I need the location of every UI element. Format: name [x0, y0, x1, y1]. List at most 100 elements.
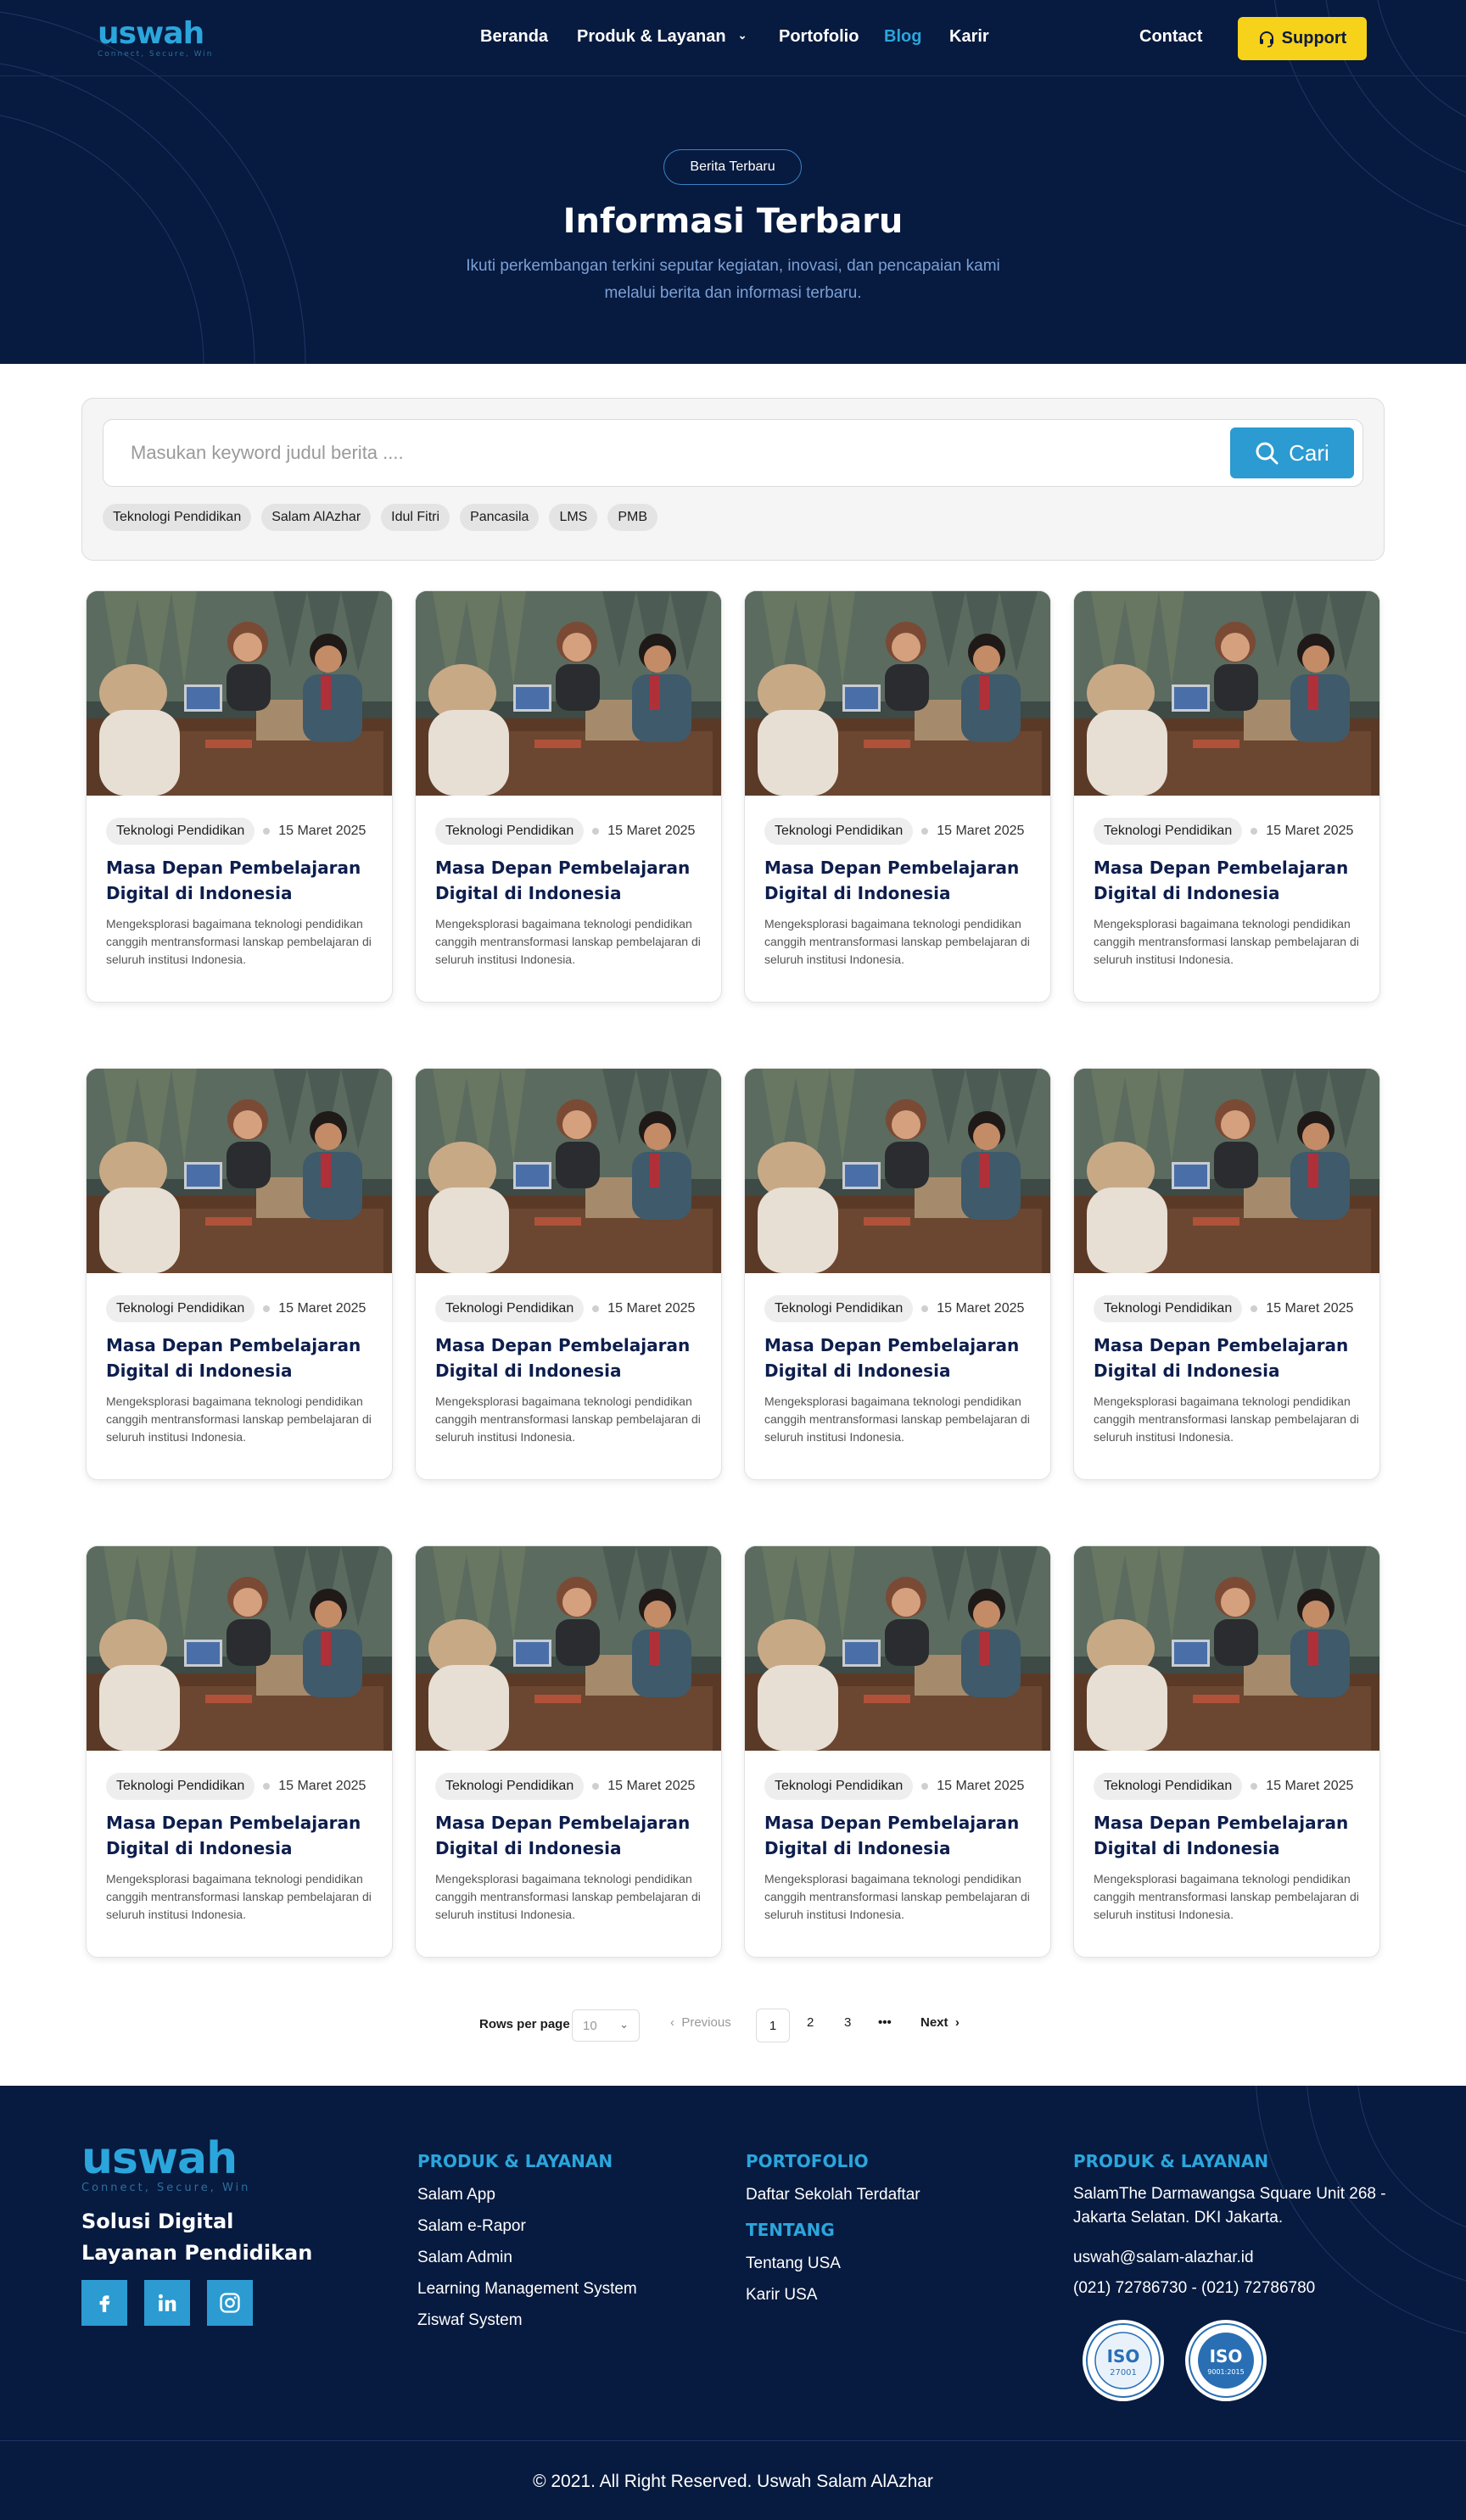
footer-link[interactable]: Ziswaf System	[417, 2311, 523, 2330]
facebook-button[interactable]	[81, 2280, 127, 2326]
separator-dot	[592, 1305, 600, 1312]
site-footer: uswah Connect, Secure, Win Solusi Digita…	[0, 2086, 1466, 2520]
facebook-icon	[99, 2295, 110, 2312]
page-button-1[interactable]: 1	[756, 2009, 790, 2042]
separator-dot	[592, 1783, 600, 1790]
logo-tagline: Connect, Secure, Win	[98, 50, 214, 59]
separator-dot	[1251, 828, 1258, 835]
news-card[interactable]: Teknologi Pendidikan 15 Maret 2025 Masa D…	[86, 590, 393, 1003]
brand-logo[interactable]: uswah Connect, Secure, Win	[98, 19, 214, 59]
tag-chip[interactable]: Idul Fitri	[381, 504, 450, 531]
tag-chip[interactable]: LMS	[549, 504, 598, 531]
news-meta: Teknologi Pendidikan 15 Maret 2025	[764, 1295, 1024, 1322]
news-card[interactable]: Teknologi Pendidikan 15 Maret 2025 Masa D…	[744, 1545, 1051, 1958]
separator-dot	[1251, 1783, 1258, 1790]
news-meta: Teknologi Pendidikan 15 Maret 2025	[106, 1773, 366, 1800]
tag-chip[interactable]: PMB	[607, 504, 658, 531]
news-date: 15 Maret 2025	[1266, 1779, 1354, 1793]
news-photo	[745, 1546, 1051, 1751]
iso-label: ISO	[1107, 2346, 1140, 2366]
nav-produk-layanan[interactable]: Produk & Layanan ⌄	[577, 27, 747, 47]
footer-logo[interactable]: uswah Connect, Secure, Win	[81, 2137, 250, 2194]
footer-link[interactable]: Salam Admin	[417, 2249, 512, 2267]
nav-contact[interactable]: Contact	[1139, 27, 1202, 47]
instagram-icon	[220, 2293, 240, 2313]
category-badge: Teknologi Pendidikan	[1094, 1773, 1243, 1800]
news-photo	[745, 591, 1051, 796]
tag-chip[interactable]: Salam AlAzhar	[261, 504, 372, 531]
news-date: 15 Maret 2025	[607, 1301, 696, 1316]
tag-filter-list: Teknologi Pendidikan Salam AlAzhar Idul …	[103, 504, 658, 531]
news-title: Masa Depan Pembelajaran Digital di Indon…	[1094, 1335, 1349, 1381]
footer-link[interactable]: Salam e-Rapor	[417, 2217, 526, 2236]
linkedin-button[interactable]	[144, 2280, 190, 2326]
iso-27001-badge: ISO 27001	[1083, 2320, 1164, 2401]
news-photo	[87, 1546, 393, 1751]
page-button-2[interactable]: 2	[807, 2015, 814, 2030]
news-card[interactable]: Teknologi Pendidikan 15 Maret 2025 Masa D…	[415, 1545, 722, 1958]
instagram-button[interactable]	[207, 2280, 253, 2326]
nav-portofolio[interactable]: Portofolio	[779, 27, 859, 47]
news-excerpt: Mengeksplorasi bagaimana teknologi pendi…	[106, 1872, 372, 1921]
news-date: 15 Maret 2025	[278, 1779, 366, 1793]
news-card[interactable]: Teknologi Pendidikan 15 Maret 2025 Masa D…	[1073, 590, 1380, 1003]
footer-link[interactable]: Learning Management System	[417, 2280, 637, 2299]
rows-per-page-value: 10	[583, 2018, 597, 2033]
news-excerpt: Mengeksplorasi bagaimana teknologi pendi…	[1094, 1872, 1359, 1921]
news-excerpt: Mengeksplorasi bagaimana teknologi pendi…	[106, 917, 372, 966]
footer-link[interactable]: Tentang USA	[746, 2255, 841, 2273]
search-button[interactable]: Cari	[1230, 427, 1354, 478]
category-badge: Teknologi Pendidikan	[435, 1295, 585, 1322]
news-card[interactable]: Teknologi Pendidikan 15 Maret 2025 Masa D…	[1073, 1068, 1380, 1480]
news-excerpt: Mengeksplorasi bagaimana teknologi pendi…	[764, 917, 1030, 966]
news-title: Masa Depan Pembelajaran Digital di Indon…	[764, 1335, 1020, 1381]
news-photo	[1074, 591, 1380, 796]
support-button[interactable]: Support	[1238, 17, 1367, 60]
rows-per-page-select[interactable]: 10 ⌄	[572, 2009, 640, 2042]
news-photo	[416, 1546, 722, 1751]
page-button-3[interactable]: 3	[844, 2015, 851, 2030]
footer-link[interactable]: Salam App	[417, 2186, 495, 2204]
news-card[interactable]: Teknologi Pendidikan 15 Maret 2025 Masa D…	[415, 590, 722, 1003]
news-title: Masa Depan Pembelajaran Digital di Indon…	[435, 1813, 691, 1858]
footer-logo-tagline: Connect, Secure, Win	[81, 2182, 251, 2194]
news-date: 15 Maret 2025	[1266, 824, 1354, 838]
news-meta: Teknologi Pendidikan 15 Maret 2025	[106, 1295, 366, 1322]
category-badge: Teknologi Pendidikan	[764, 1773, 914, 1800]
previous-label: Previous	[681, 2015, 731, 2030]
news-card[interactable]: Teknologi Pendidikan 15 Maret 2025 Masa D…	[86, 1545, 393, 1958]
news-card[interactable]: Teknologi Pendidikan 15 Maret 2025 Masa D…	[415, 1068, 722, 1480]
nav-blog[interactable]: Blog	[884, 27, 921, 47]
page-ellipsis[interactable]: •••	[878, 2015, 892, 2030]
news-date: 15 Maret 2025	[607, 1779, 696, 1793]
news-card[interactable]: Teknologi Pendidikan 15 Maret 2025 Masa D…	[744, 590, 1051, 1003]
next-page-button[interactable]: Next ›	[920, 2015, 960, 2030]
news-excerpt: Mengeksplorasi bagaimana teknologi pendi…	[435, 1872, 701, 1921]
news-meta: Teknologi Pendidikan 15 Maret 2025	[106, 818, 366, 845]
footer-heading-contact: PRODUK & LAYANAN	[1073, 2151, 1269, 2171]
footer-link[interactable]: Daftar Sekolah Terdaftar	[746, 2186, 920, 2204]
search-bar: Cari	[103, 419, 1363, 487]
previous-page-button[interactable]: ‹ Previous	[670, 2015, 731, 2030]
news-card[interactable]: Teknologi Pendidikan 15 Maret 2025 Masa D…	[744, 1068, 1051, 1480]
news-card[interactable]: Teknologi Pendidikan 15 Maret 2025 Masa D…	[1073, 1545, 1380, 1958]
hero-badge: Berita Terbaru	[663, 149, 802, 185]
tag-chip[interactable]: Pancasila	[460, 504, 540, 531]
news-title: Masa Depan Pembelajaran Digital di Indon…	[435, 1335, 691, 1381]
chevron-down-icon: ⌄	[737, 29, 747, 42]
news-photo	[416, 1069, 722, 1273]
news-card[interactable]: Teknologi Pendidikan 15 Maret 2025 Masa D…	[86, 1068, 393, 1480]
footer-email[interactable]: uswah@salam-alazhar.id	[1073, 2249, 1254, 2267]
news-excerpt: Mengeksplorasi bagaimana teknologi pendi…	[435, 1394, 701, 1444]
footer-link[interactable]: Karir USA	[746, 2286, 817, 2305]
news-date: 15 Maret 2025	[937, 1301, 1025, 1316]
news-excerpt: Mengeksplorasi bagaimana teknologi pendi…	[1094, 917, 1359, 966]
tag-chip[interactable]: Teknologi Pendidikan	[103, 504, 252, 531]
news-meta: Teknologi Pendidikan 15 Maret 2025	[435, 1773, 695, 1800]
search-input[interactable]	[104, 420, 1266, 486]
nav-karir[interactable]: Karir	[949, 27, 989, 47]
footer-address: SalamThe Darmawangsa Square Unit 268 - J…	[1073, 2185, 1386, 2227]
nav-beranda[interactable]: Beranda	[480, 27, 548, 47]
chevron-left-icon: ‹	[670, 2015, 674, 2030]
footer-phone: (021) 72786730 - (021) 72786780	[1073, 2279, 1316, 2297]
